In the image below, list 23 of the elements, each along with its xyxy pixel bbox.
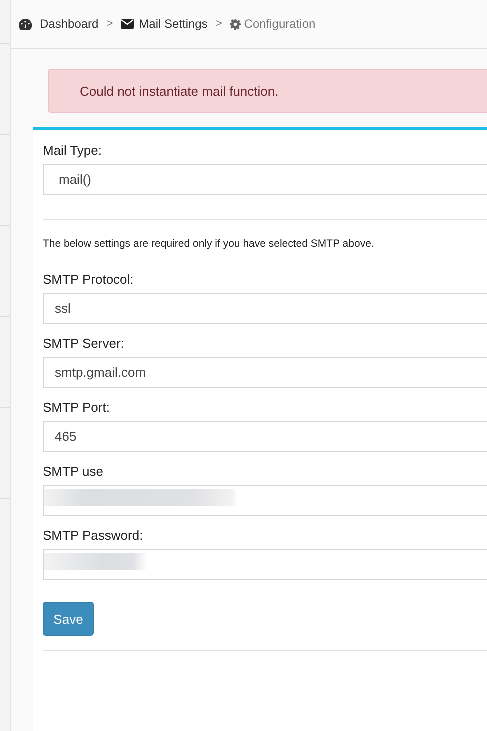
alert-message: Could not instantiate mail function. <box>80 84 279 98</box>
breadcrumb-separator: > <box>216 18 222 30</box>
gear-icon <box>230 18 242 30</box>
help-text: The below settings are required only if you have selected SMTP above. <box>43 238 376 250</box>
breadcrumb-separator: > <box>106 18 114 30</box>
input-field[interactable] <box>43 549 487 580</box>
field-label: Mail Type: <box>43 142 104 160</box>
field-label: SMTP Server: <box>43 335 126 353</box>
input-field[interactable]: ssl <box>43 293 487 324</box>
save-button[interactable]: Save <box>43 602 94 636</box>
breadcrumb-link[interactable]: Mail Settings <box>121 17 208 31</box>
envelope-icon <box>121 19 134 29</box>
field-label: SMTP use <box>43 463 104 481</box>
mail-type-select[interactable]: mail() <box>43 164 487 195</box>
field-label: SMTP Password: <box>43 527 144 545</box>
input-field[interactable]: smtp.gmail.com <box>43 357 487 388</box>
breadcrumb-link[interactable]: Dashboard <box>19 17 99 31</box>
field-label: SMTP Port: <box>43 399 111 417</box>
field-label: SMTP Protocol: <box>43 271 135 289</box>
input-field[interactable] <box>43 485 487 516</box>
dashboard-icon <box>19 18 32 30</box>
input-field[interactable]: 465 <box>43 421 487 452</box>
breadcrumb-link[interactable]: Configuration <box>230 17 316 31</box>
